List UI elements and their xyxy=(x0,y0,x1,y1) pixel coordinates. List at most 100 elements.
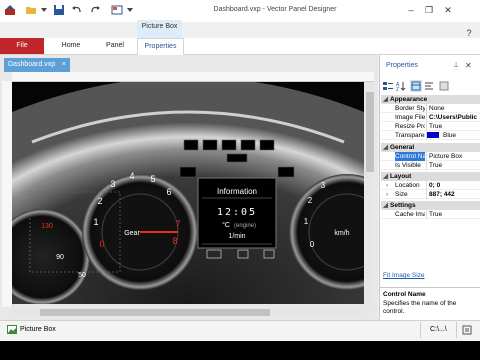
status-bar xyxy=(0,320,480,341)
speed-tick-3: 3 xyxy=(321,181,326,190)
tab-properties[interactable]: Properties xyxy=(137,38,184,55)
temp-tick-130: 130 xyxy=(41,223,53,230)
property-row-is-visible[interactable]: Is Visible True xyxy=(381,161,480,170)
property-key: Border Style xyxy=(395,105,425,112)
categorized-icon[interactable] xyxy=(382,80,394,92)
tacho-tick-3: 3 xyxy=(110,179,115,189)
status-separator xyxy=(456,322,457,338)
status-text: Picture Box xyxy=(20,326,56,333)
property-value: Picture Box xyxy=(426,152,480,161)
tab-panel[interactable]: Panel xyxy=(96,38,134,54)
category-label: Appearance xyxy=(390,96,428,103)
expand-chevron-icon[interactable]: › xyxy=(386,181,388,190)
speed-tick-2: 2 xyxy=(308,196,313,205)
category-label: Settings xyxy=(390,202,416,209)
status-settings-icon[interactable] xyxy=(462,325,472,337)
property-value: True xyxy=(426,161,480,170)
property-row-resize[interactable]: Resize Pro True xyxy=(381,122,480,131)
document-tab[interactable]: Dashboard.vxp × xyxy=(4,58,70,72)
context-tab-group-label: Picture Box xyxy=(141,23,178,30)
speed-tick-1: 1 xyxy=(304,217,309,226)
fit-image-size-link[interactable]: Fit Image Size xyxy=(383,272,425,279)
design-canvas[interactable]: Information 12:05 °C (engine) 1/min Gear… xyxy=(12,82,364,304)
property-value: 887; 442 xyxy=(426,190,480,199)
customize-dropdown-icon[interactable] xyxy=(123,3,137,17)
tacho-tick-1: 1 xyxy=(93,217,98,227)
category-label: Layout xyxy=(390,173,412,180)
picture-box-icon xyxy=(7,325,17,336)
tacho-tick-2: 2 xyxy=(97,196,102,206)
save-icon[interactable] xyxy=(52,3,66,17)
property-row-control-name[interactable]: Control NamePicture Box xyxy=(381,152,480,161)
dropdown-icon[interactable] xyxy=(37,3,51,17)
gear-label: Gear xyxy=(124,230,140,237)
properties-title: Properties xyxy=(386,62,418,69)
close-icon[interactable]: ✕ xyxy=(441,3,455,17)
property-value: C:\Users\Public xyxy=(426,113,480,122)
property-key: Image File xyxy=(395,114,425,121)
property-row-transparency[interactable]: TransparencyBlue xyxy=(381,131,480,140)
category-label: General xyxy=(390,144,415,151)
property-row-border-style[interactable]: Border StyleNone xyxy=(381,104,480,113)
window-title: Dashboard.vxp - Vector Panel Designer xyxy=(213,6,337,13)
vertical-scroll-thumb[interactable] xyxy=(366,92,374,172)
property-row-image-file[interactable]: Image File C:\Users\Public xyxy=(381,113,480,122)
undo-icon[interactable] xyxy=(70,3,84,17)
property-key: Resize Pro xyxy=(395,123,425,130)
redo-icon[interactable] xyxy=(88,3,102,17)
tacho-tick-8: 8 xyxy=(172,236,177,246)
property-key: Location xyxy=(395,182,420,189)
category-appearance[interactable]: ◢ Appearance xyxy=(381,95,480,104)
category-layout[interactable]: ◢ Layout xyxy=(381,172,480,181)
category-settings[interactable]: ◢ Settings xyxy=(381,201,480,210)
tacho-tick-5: 5 xyxy=(150,174,155,184)
property-row-size[interactable]: › Size 887; 442 xyxy=(381,190,480,199)
tab-file[interactable]: File xyxy=(0,38,44,54)
property-row-location[interactable]: › Location 0; 0 xyxy=(381,181,480,190)
speed-tick-0: 0 xyxy=(310,240,315,249)
minimize-icon[interactable]: – xyxy=(404,3,418,17)
description-text: Specifies the name of the control. xyxy=(383,300,457,315)
property-key: Control Name xyxy=(395,152,425,161)
tacho-tick-7: 7 xyxy=(175,219,180,229)
panel-icon[interactable] xyxy=(110,3,124,17)
temp-tick-90: 90 xyxy=(56,254,64,261)
category-general[interactable]: ◢ General xyxy=(381,143,480,152)
info-clock: 12:05 xyxy=(217,207,257,218)
tab-home[interactable]: Home xyxy=(52,38,90,54)
description-title: Control Name xyxy=(383,291,426,298)
property-row-cache-image[interactable]: Cache ImageTrue xyxy=(381,210,480,219)
status-separator xyxy=(420,322,421,338)
pin-icon[interactable]: ⊥ xyxy=(453,61,459,69)
property-value: None xyxy=(426,104,480,113)
expand-chevron-icon[interactable]: › xyxy=(386,190,388,199)
speed-unit-label: km/h xyxy=(334,230,349,237)
info-title: Information xyxy=(217,187,257,196)
document-tab-close-icon[interactable]: × xyxy=(62,58,66,72)
property-pages-icon[interactable] xyxy=(438,80,450,92)
letterbox-bar xyxy=(0,341,480,360)
properties-view-icon[interactable] xyxy=(410,80,422,92)
document-tab-label: Dashboard.vxp xyxy=(8,61,56,68)
tacho-tick-0: 0 xyxy=(99,239,104,249)
color-swatch xyxy=(427,132,439,138)
open-folder-icon[interactable] xyxy=(24,3,38,17)
property-key: Cache Image xyxy=(395,211,425,218)
temp-tick-50: 50 xyxy=(78,272,86,279)
info-rpm-unit: 1/min xyxy=(228,233,245,240)
events-icon[interactable] xyxy=(423,80,435,92)
property-value: 0; 0 xyxy=(426,181,480,190)
info-temp-label: (engine) xyxy=(234,223,256,229)
property-key: Size xyxy=(395,191,408,198)
property-key: Transparency xyxy=(395,132,425,139)
property-value: True xyxy=(426,210,480,219)
horizontal-scroll-thumb[interactable] xyxy=(40,309,270,316)
tacho-tick-4: 4 xyxy=(129,171,134,181)
svg-text:Z: Z xyxy=(396,87,399,92)
panel-close-icon[interactable]: ✕ xyxy=(465,61,472,70)
restore-icon[interactable]: ❐ xyxy=(422,3,436,17)
horizontal-ruler xyxy=(12,72,374,82)
sort-alphabetical-icon[interactable]: AZ xyxy=(395,80,407,93)
dashboard-image: Information 12:05 °C (engine) 1/min Gear… xyxy=(12,82,364,304)
info-temp-unit: °C xyxy=(222,221,230,229)
